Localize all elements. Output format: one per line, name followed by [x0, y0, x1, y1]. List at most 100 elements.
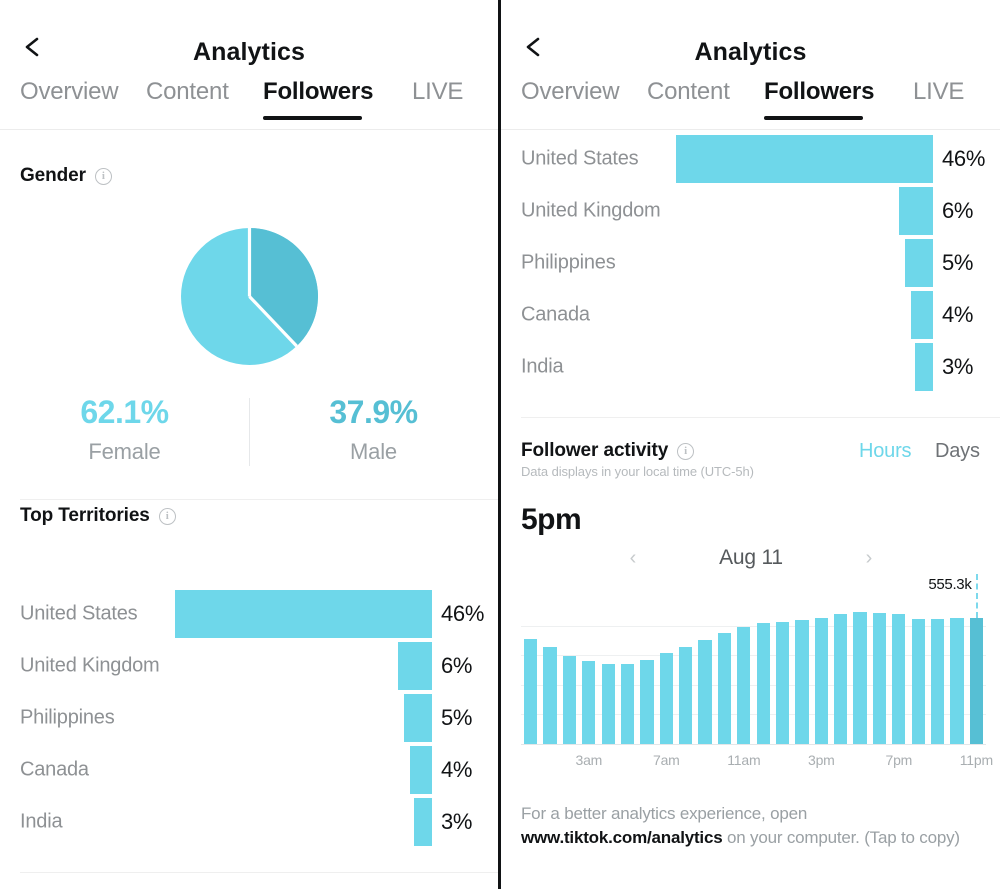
territory-percent: 4%	[441, 757, 473, 782]
page-title: Analytics	[192, 38, 306, 66]
toggle-days[interactable]: Days	[935, 440, 980, 463]
date-navigator: ‹ Aug 11 ›	[621, 546, 881, 570]
analytics-screen-left: Analytics Overview Content Followers LIV…	[0, 0, 498, 889]
tab-followers[interactable]: Followers	[263, 78, 373, 106]
chart-indicator-line	[976, 574, 979, 618]
territory-row: Philippines 5%	[501, 237, 999, 289]
territory-bar	[675, 135, 933, 183]
tab-bar-left: Overview Content Followers LIVE	[0, 78, 498, 130]
territory-percent: 6%	[441, 653, 473, 678]
chart-x-tick: 7am	[652, 752, 680, 768]
analytics-screen-right: Analytics Overview Content Followers LIV…	[501, 0, 1000, 889]
footer-url[interactable]: www.tiktok.com/analytics	[521, 828, 723, 847]
territory-bar	[414, 798, 432, 846]
chart-bar[interactable]	[659, 653, 673, 744]
info-icon[interactable]: i	[158, 507, 176, 525]
chart-bar[interactable]	[853, 612, 867, 744]
gender-section-header: Gender i	[20, 165, 112, 187]
territory-percent: 4%	[942, 302, 974, 327]
chart-bar[interactable]	[737, 627, 751, 744]
territory-name: Philippines	[521, 251, 616, 274]
section-divider	[20, 499, 498, 500]
chart-bar[interactable]	[872, 613, 887, 744]
chart-x-tick: 11am	[727, 752, 761, 768]
follower-activity-subtitle: Data displays in your local time (UTC-5h…	[521, 464, 754, 479]
footer-lead: For a better analytics experience, open	[521, 804, 808, 823]
chart-x-tick: 3am	[575, 752, 603, 768]
territory-row: United States 46%	[0, 588, 498, 640]
male-label: Male	[350, 439, 397, 464]
gender-title: Gender	[20, 165, 86, 186]
footer-tail: on your computer. (Tap to copy)	[722, 828, 960, 848]
chart-x-tick: 11pm	[959, 752, 993, 768]
tab-overview[interactable]: Overview	[20, 78, 119, 106]
chart-bar[interactable]	[717, 633, 732, 744]
chart-bar[interactable]	[795, 620, 809, 744]
territory-percent: 46%	[441, 601, 485, 626]
chart-bar[interactable]	[562, 656, 577, 744]
chart-x-tick: 3pm	[807, 752, 835, 768]
territory-row: India 3%	[501, 341, 999, 393]
territory-percent: 5%	[441, 705, 473, 730]
chart-bar[interactable]	[814, 618, 828, 744]
territory-name: Canada	[521, 303, 590, 326]
gender-female-stat: 62.1% Female	[0, 394, 249, 465]
territory-row: Canada 4%	[501, 289, 999, 341]
chart-bar[interactable]	[930, 619, 945, 744]
tab-active-underline	[263, 116, 362, 120]
male-percent: 37.9%	[329, 394, 418, 430]
territory-percent: 46%	[942, 146, 986, 171]
chart-bar[interactable]	[640, 660, 654, 744]
peak-time-value: 5pm	[521, 503, 582, 536]
chart-bar[interactable]	[834, 614, 848, 744]
territories-title: Top Territories	[20, 505, 150, 526]
territory-bar	[398, 642, 432, 690]
territory-name: India	[521, 355, 564, 378]
chart-bar[interactable]	[911, 619, 925, 744]
chart-bar[interactable]	[582, 661, 596, 744]
chart-bar[interactable]	[543, 647, 557, 744]
chart-baseline	[521, 744, 986, 745]
next-date-button[interactable]: ›	[857, 547, 881, 570]
chart-bar[interactable]	[950, 618, 964, 744]
territory-row: United Kingdom 6%	[501, 185, 999, 237]
gender-male-stat: 37.9% Male	[249, 394, 498, 465]
territory-bar	[915, 343, 933, 391]
chart-bar[interactable]	[601, 664, 615, 744]
chart-bar[interactable]	[620, 664, 635, 744]
territory-bar	[174, 590, 432, 638]
tab-bar-divider	[0, 129, 498, 130]
chart-bar[interactable]	[698, 640, 712, 744]
chart-bar[interactable]	[679, 647, 693, 744]
territory-name: United Kingdom	[521, 199, 661, 222]
territory-percent: 3%	[441, 809, 473, 834]
footer-note[interactable]: For a better analytics experience, open …	[521, 802, 981, 850]
territory-row: Canada 4%	[0, 744, 498, 796]
follower-activity-title: Follower activity	[521, 440, 669, 461]
territory-percent: 5%	[942, 250, 974, 275]
chart-tooltip-value: 555.3k	[928, 576, 972, 593]
toggle-hours[interactable]: Hours	[859, 440, 912, 463]
female-percent: 62.1%	[80, 394, 169, 430]
chart-bar[interactable]	[892, 614, 906, 744]
chart-bar[interactable]	[524, 639, 538, 744]
chart-bar[interactable]	[969, 618, 983, 744]
tab-live[interactable]: LIVE	[412, 78, 463, 106]
territory-name: Canada	[20, 758, 89, 781]
nav-bar-left: Analytics	[0, 0, 498, 78]
territory-row: United Kingdom 6%	[0, 640, 498, 692]
chart-bar[interactable]	[756, 623, 770, 744]
gender-pie-chart	[181, 228, 318, 365]
section-divider	[521, 417, 1000, 418]
chart-x-tick: 7pm	[885, 752, 913, 768]
territory-name: United States	[521, 147, 639, 170]
territory-row: India 3%	[0, 796, 498, 848]
chart-bar[interactable]	[775, 622, 790, 744]
info-icon[interactable]: i	[677, 442, 695, 460]
tab-content[interactable]: Content	[146, 78, 229, 106]
territory-bar	[905, 239, 933, 287]
info-icon[interactable]: i	[94, 167, 112, 185]
follower-activity-chart[interactable]	[521, 574, 986, 745]
territory-bar	[910, 291, 933, 339]
prev-date-button[interactable]: ‹	[621, 547, 645, 570]
